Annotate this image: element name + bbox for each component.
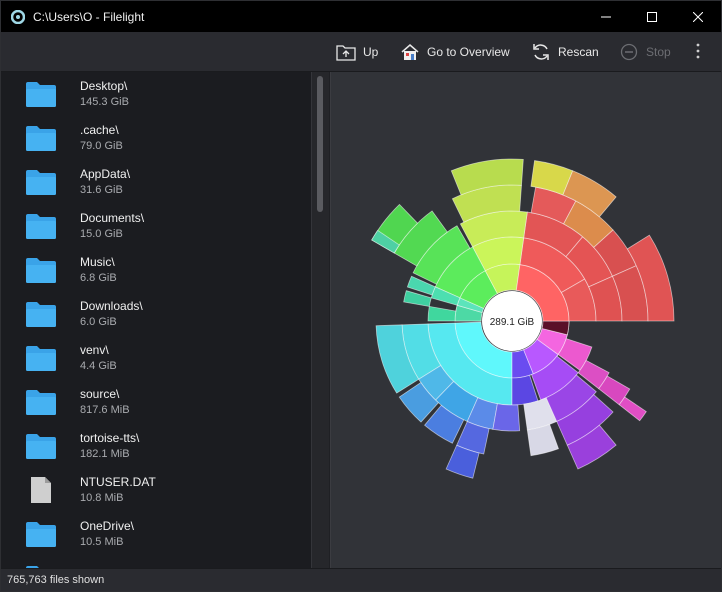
- window-title: C:\Users\O - Filelight: [33, 9, 145, 24]
- list-item[interactable]: venv\ 4.4 GiB: [1, 336, 311, 380]
- map-center-label: 289.1 GiB: [490, 317, 535, 328]
- item-name: venv\: [80, 343, 109, 357]
- map-segment[interactable]: [492, 403, 521, 432]
- vertical-ellipsis-icon: [696, 42, 700, 63]
- item-size: 79.0 GiB: [80, 140, 123, 152]
- list-item[interactable]: Music\ 6.8 GiB: [1, 248, 311, 292]
- item-size: 817.6 MiB: [80, 404, 130, 416]
- item-size: 10.8 MiB: [80, 492, 124, 504]
- folder-icon: [25, 168, 57, 196]
- stop-icon: [618, 41, 640, 63]
- status-text: 765,763 files shown: [7, 574, 105, 586]
- file-list-scrollbar[interactable]: [311, 72, 329, 568]
- list-item[interactable]: Documents\ 15.0 GiB: [1, 204, 311, 248]
- filelight-app-icon: [10, 9, 26, 25]
- item-name: Music\: [80, 255, 115, 269]
- list-item[interactable]: [1, 556, 311, 568]
- folder-up-icon: [335, 41, 357, 63]
- map-segment[interactable]: [526, 423, 560, 457]
- home-icon: [399, 41, 421, 63]
- status-bar: 765,763 files shown: [1, 568, 721, 591]
- radial-map-pane: 289.1 GiB: [330, 72, 721, 568]
- list-item[interactable]: tortoise-tts\ 182.1 MiB: [1, 424, 311, 468]
- minimize-button[interactable]: [583, 1, 629, 32]
- item-name: AppData\: [80, 167, 131, 181]
- file-list: Desktop\ 145.3 GiB .cache\ 79.0 GiB AppData\…: [1, 72, 311, 568]
- list-item[interactable]: OneDrive\ 10.5 MiB: [1, 512, 311, 556]
- list-item[interactable]: Downloads\ 6.0 GiB: [1, 292, 311, 336]
- map-segment[interactable]: [427, 305, 457, 322]
- item-size: 145.3 GiB: [80, 96, 129, 108]
- list-item[interactable]: Desktop\ 145.3 GiB: [1, 72, 311, 116]
- item-name: OneDrive\: [80, 519, 135, 533]
- close-button[interactable]: [675, 1, 721, 32]
- title-bar: C:\Users\O - Filelight: [1, 1, 721, 32]
- folder-icon: [25, 212, 57, 240]
- up-button[interactable]: Up: [335, 32, 378, 72]
- item-size: 6.8 GiB: [80, 272, 117, 284]
- item-name: source\: [80, 387, 120, 401]
- list-item[interactable]: source\ 817.6 MiB: [1, 380, 311, 424]
- list-item[interactable]: NTUSER.DAT 10.8 MiB: [1, 468, 311, 512]
- up-label: Up: [363, 45, 379, 59]
- more-options-button[interactable]: [691, 32, 705, 72]
- folder-icon: [25, 388, 57, 416]
- item-size: 10.5 MiB: [80, 536, 124, 548]
- item-size: 182.1 MiB: [80, 448, 130, 460]
- rescan-button[interactable]: Rescan: [530, 32, 599, 72]
- radial-map: 289.1 GiB: [371, 158, 675, 479]
- item-size: 15.0 GiB: [80, 228, 123, 240]
- rescan-label: Rescan: [558, 45, 599, 59]
- folder-icon: [25, 124, 57, 152]
- file-icon: [25, 476, 57, 504]
- maximize-button[interactable]: [629, 1, 675, 32]
- item-size: 4.4 GiB: [80, 360, 117, 372]
- filelight-window: C:\Users\O - Filelight Up Go to Overview: [0, 0, 722, 592]
- item-name: Documents\: [80, 211, 145, 225]
- item-name: tortoise-tts\: [80, 431, 140, 445]
- folder-icon: [25, 432, 57, 460]
- folder-icon: [25, 256, 57, 284]
- scrollbar-thumb[interactable]: [317, 76, 323, 212]
- list-item[interactable]: AppData\ 31.6 GiB: [1, 160, 311, 204]
- item-size: 6.0 GiB: [80, 316, 117, 328]
- stop-button[interactable]: Stop: [618, 32, 671, 72]
- item-name: .cache\: [80, 123, 119, 137]
- map-segment[interactable]: [618, 396, 647, 422]
- item-name: Downloads\: [80, 299, 143, 313]
- item-name: NTUSER.DAT: [80, 475, 156, 489]
- stop-label: Stop: [646, 45, 671, 59]
- folder-icon: [25, 80, 57, 108]
- item-size: 31.6 GiB: [80, 184, 123, 196]
- folder-icon: [25, 300, 57, 328]
- list-item[interactable]: .cache\ 79.0 GiB: [1, 116, 311, 160]
- toolbar: Up Go to Overview Rescan Stop: [1, 32, 721, 72]
- go-to-overview-button[interactable]: Go to Overview: [399, 32, 510, 72]
- refresh-icon: [530, 41, 552, 63]
- item-name: Desktop\: [80, 79, 128, 93]
- folder-icon: [25, 344, 57, 372]
- overview-label: Go to Overview: [427, 45, 510, 59]
- folder-icon: [25, 520, 57, 548]
